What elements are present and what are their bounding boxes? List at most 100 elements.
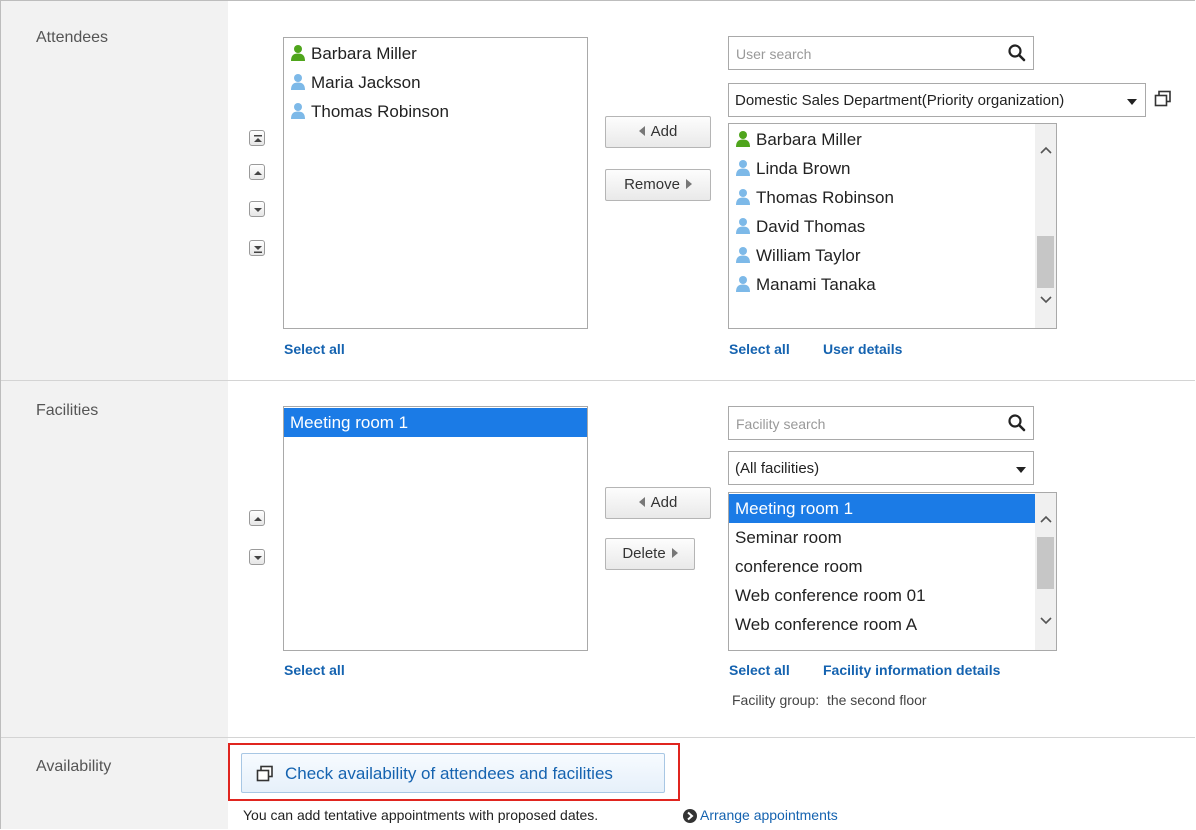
user-name: Linda Brown — [756, 159, 851, 178]
user-blue-icon — [735, 159, 751, 177]
list-item[interactable]: Thomas Robinson — [284, 97, 587, 126]
list-item[interactable]: William Taylor — [729, 241, 1056, 270]
list-item[interactable]: conference room — [729, 552, 1056, 581]
attendees-select-all-link[interactable]: Select all — [284, 341, 345, 357]
chevron-down-icon — [1016, 467, 1026, 473]
move-down-button[interactable] — [249, 201, 265, 217]
add-label: Add — [650, 123, 678, 140]
list-item[interactable]: Meeting room 1 — [729, 494, 1038, 523]
availability-row-label: Availability — [36, 758, 112, 775]
facilities-select-all-link[interactable]: Select all — [284, 662, 345, 678]
chevron-up-icon[interactable] — [1040, 515, 1052, 523]
move-down-icon — [254, 556, 262, 560]
selected-facilities-list[interactable]: Meeting room 1 — [283, 406, 588, 651]
user-search-placeholder: User search — [736, 46, 812, 62]
check-availability-label: Check availability of attendees and faci… — [285, 764, 613, 783]
candidate-facilities-scrollbar[interactable] — [1035, 493, 1056, 650]
search-icon[interactable] — [1007, 413, 1027, 433]
list-item[interactable]: Manami Tanaka — [729, 270, 1056, 299]
organization-select-value: Domestic Sales Department(Priority organ… — [735, 92, 1065, 109]
move-bottom-icon — [254, 246, 262, 253]
facility-group-select-value: (All facilities) — [735, 460, 820, 477]
delete-facility-button[interactable]: Delete — [605, 538, 695, 570]
organization-select[interactable]: Domestic Sales Department(Priority organ… — [728, 83, 1146, 117]
facility-details-link[interactable]: Facility information details — [823, 662, 1000, 678]
list-item[interactable]: Meeting room 1 — [284, 408, 587, 437]
row-divider — [1, 380, 1195, 381]
list-item[interactable]: Thomas Robinson — [729, 183, 1056, 212]
user-blue-icon — [735, 246, 751, 264]
facilities-row-label: Facilities — [36, 402, 99, 419]
user-name: Manami Tanaka — [756, 275, 876, 294]
popup-window-icon — [256, 765, 273, 782]
popup-window-icon[interactable] — [1154, 90, 1172, 108]
move-up-button[interactable] — [249, 164, 265, 180]
user-blue-icon — [290, 73, 306, 91]
user-blue-icon — [735, 217, 751, 235]
user-name: Thomas Robinson — [756, 188, 894, 207]
facility-group-info: Facility group: the second floor — [732, 692, 927, 708]
chevron-down-icon[interactable] — [1040, 617, 1052, 625]
candidates-select-all-link[interactable]: Select all — [729, 341, 790, 357]
user-green-icon — [735, 130, 751, 148]
user-green-icon — [290, 44, 306, 62]
user-blue-icon — [735, 188, 751, 206]
scrollbar-thumb[interactable] — [1037, 236, 1054, 288]
user-name: David Thomas — [756, 217, 866, 236]
attendees-row-label: Attendees — [36, 29, 109, 46]
remove-label: Remove — [624, 176, 680, 193]
chevron-down-icon — [1127, 99, 1137, 105]
facility-search-input[interactable]: Facility search — [728, 406, 1034, 440]
triangle-right-icon — [671, 548, 678, 558]
facility-move-down-button[interactable] — [249, 549, 265, 565]
row-divider — [1, 737, 1195, 738]
add-facility-button[interactable]: Add — [605, 487, 711, 519]
candidate-users-list[interactable]: Barbara Miller Linda Brown Thomas Robins… — [728, 123, 1057, 329]
user-details-link[interactable]: User details — [823, 341, 902, 357]
delete-label: Delete — [622, 545, 666, 562]
facilities-candidates-select-all-link[interactable]: Select all — [729, 662, 790, 678]
add-attendee-button[interactable]: Add — [605, 116, 711, 148]
list-item[interactable]: Seminar room — [729, 523, 1056, 552]
scrollbar-thumb[interactable] — [1037, 537, 1054, 589]
move-top-button[interactable] — [249, 130, 265, 146]
user-blue-icon — [290, 102, 306, 120]
triangle-left-icon — [638, 126, 645, 136]
list-item[interactable]: Maria Jackson — [284, 68, 587, 97]
user-name: Barbara Miller — [756, 130, 862, 149]
facility-group-label: Facility group: — [732, 692, 820, 708]
move-top-icon — [254, 135, 262, 142]
arrange-appointments-link[interactable]: Arrange appointments — [700, 807, 838, 823]
facility-group-value: the second floor — [826, 692, 927, 708]
list-item[interactable]: Web conference room A — [729, 610, 1056, 639]
list-item[interactable]: Linda Brown — [729, 154, 1056, 183]
selected-attendees-list[interactable]: Barbara Miller Maria Jackson Thomas Robi… — [283, 37, 588, 329]
candidate-facilities-list[interactable]: Meeting room 1 Seminar room conference r… — [728, 492, 1057, 651]
remove-attendee-button[interactable]: Remove — [605, 169, 711, 201]
candidate-users-scrollbar[interactable] — [1035, 124, 1056, 328]
list-item[interactable]: David Thomas — [729, 212, 1056, 241]
move-up-icon — [254, 517, 262, 521]
chevron-up-icon[interactable] — [1040, 146, 1052, 154]
facility-move-up-button[interactable] — [249, 510, 265, 526]
check-availability-button[interactable]: Check availability of attendees and faci… — [241, 753, 665, 793]
arrow-circle-right-icon — [683, 809, 697, 823]
list-item[interactable]: Web conference room 01 — [729, 581, 1056, 610]
move-up-icon — [254, 171, 262, 175]
triangle-left-icon — [638, 497, 645, 507]
tentative-note: You can add tentative appointments with … — [243, 807, 599, 823]
facility-search-placeholder: Facility search — [736, 416, 826, 432]
attendee-name: Thomas Robinson — [311, 102, 449, 121]
user-name: William Taylor — [756, 246, 861, 265]
move-bottom-button[interactable] — [249, 240, 265, 256]
chevron-down-icon[interactable] — [1040, 296, 1052, 304]
triangle-right-icon — [685, 179, 692, 189]
attendee-name: Barbara Miller — [311, 44, 417, 63]
facility-group-select[interactable]: (All facilities) — [728, 451, 1034, 485]
move-down-icon — [254, 208, 262, 212]
list-item[interactable]: Barbara Miller — [729, 125, 1056, 154]
add-label: Add — [650, 494, 678, 511]
search-icon[interactable] — [1007, 43, 1027, 63]
user-search-input[interactable]: User search — [728, 36, 1034, 70]
list-item[interactable]: Barbara Miller — [284, 39, 587, 68]
